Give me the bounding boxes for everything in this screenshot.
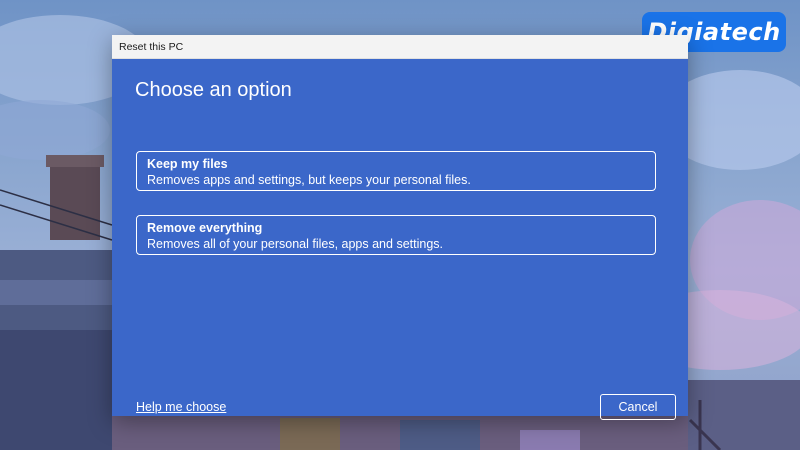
dialog-titlebar[interactable]: Reset this PC	[112, 35, 688, 59]
dialog-title: Reset this PC	[119, 40, 184, 53]
option-description: Removes all of your personal files, apps…	[147, 237, 443, 251]
option-title: Keep my files	[147, 157, 228, 171]
keep-my-files-option[interactable]: Keep my files Removes apps and settings,…	[136, 151, 656, 191]
dialog-heading: Choose an option	[135, 79, 292, 101]
remove-everything-option[interactable]: Remove everything Removes all of your pe…	[136, 215, 656, 255]
cancel-button[interactable]: Cancel	[600, 394, 676, 420]
help-me-choose-link[interactable]: Help me choose	[136, 400, 226, 414]
desktop: Digiatech Reset this PC Choose an option…	[0, 0, 800, 450]
option-description: Removes apps and settings, but keeps you…	[147, 173, 471, 187]
reset-pc-dialog: Reset this PC Choose an option Keep my f…	[112, 35, 688, 420]
option-title: Remove everything	[147, 221, 263, 235]
dialog-content: Choose an option Keep my files Removes a…	[112, 59, 688, 420]
